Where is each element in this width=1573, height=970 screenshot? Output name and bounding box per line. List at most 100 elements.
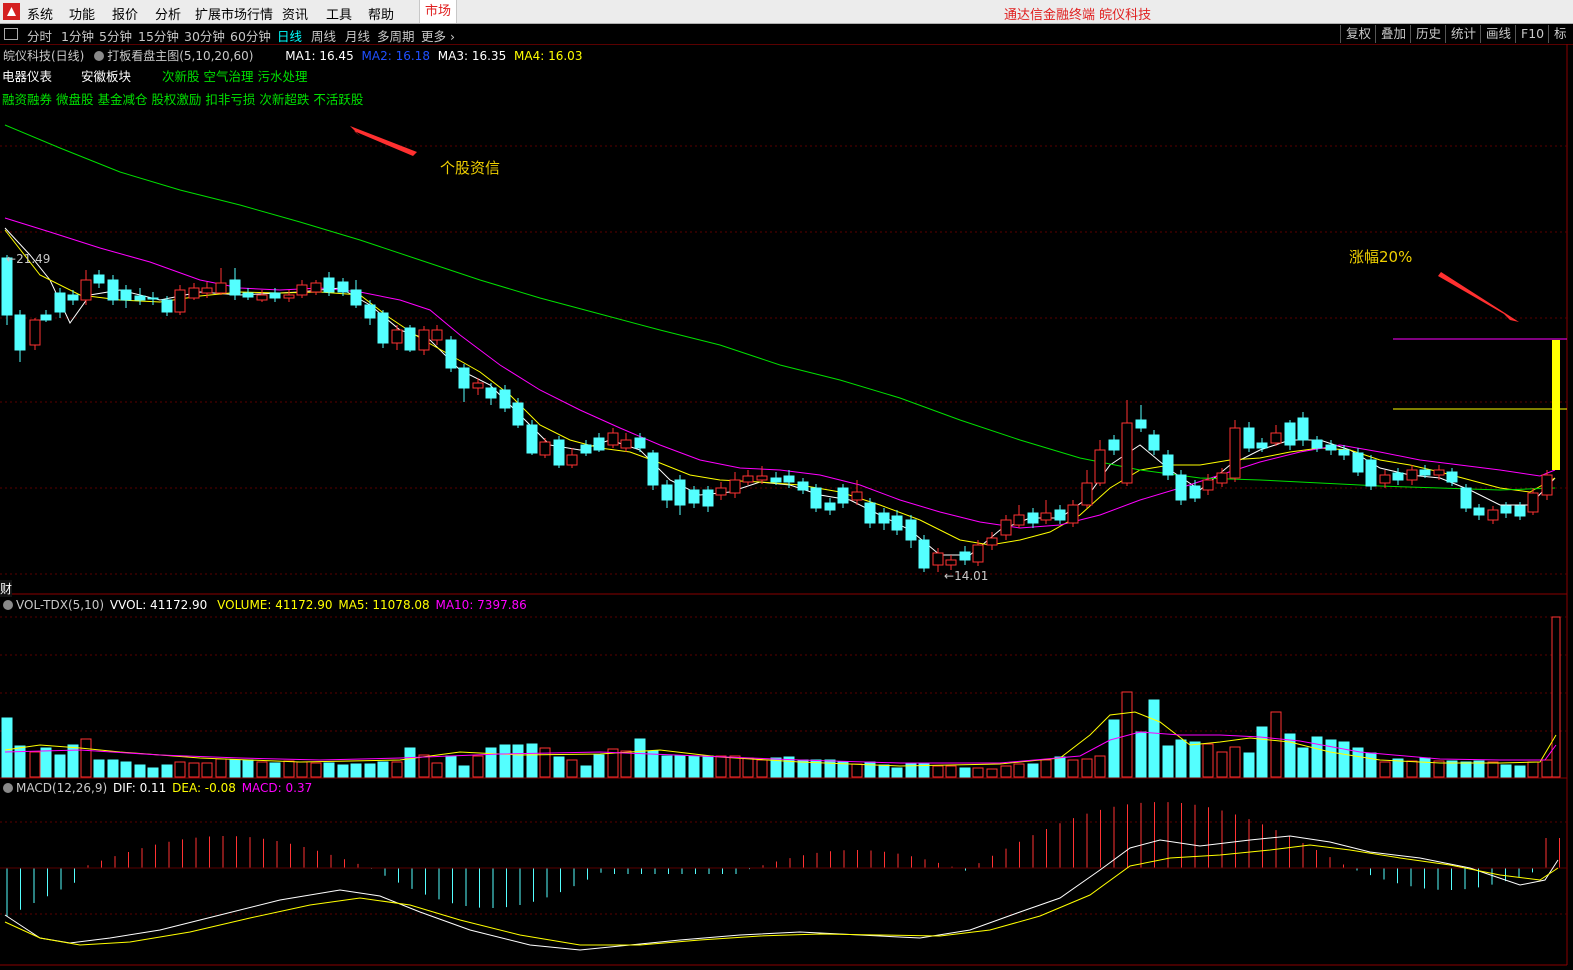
kline-chart-canvas[interactable]	[0, 0, 1573, 970]
candle-body	[174, 289, 186, 313]
candle-body	[134, 295, 146, 301]
candle-body	[188, 287, 200, 299]
candle-body	[1527, 492, 1539, 513]
volume-bar	[932, 765, 944, 778]
volume-bar	[1500, 764, 1512, 778]
macd-dropdown-icon[interactable]	[3, 783, 13, 793]
candle-body	[1148, 434, 1160, 451]
volume-bars	[1, 616, 1561, 778]
candle-body	[1473, 507, 1485, 516]
candle-body	[1379, 474, 1391, 484]
candle-body	[647, 452, 659, 486]
candle-body	[742, 475, 754, 483]
volume-bar	[1379, 761, 1391, 778]
volume-bar	[1, 717, 13, 778]
candle-body	[269, 292, 281, 299]
dif-value: DIF: 0.11	[112, 781, 167, 795]
candle-body	[391, 329, 403, 344]
candle-body	[864, 502, 876, 524]
candle-body	[1365, 459, 1377, 487]
candle-body	[1108, 439, 1120, 451]
volume-bar	[824, 759, 836, 778]
volume-indicator-name[interactable]: VOL-TDX(5,10)	[16, 598, 104, 612]
volume-panel-header: VOL-TDX(5,10) VVOL: 41172.90 VOLUME: 411…	[3, 598, 527, 612]
volume-bar	[391, 761, 403, 778]
candle-body	[256, 294, 268, 301]
candle-body	[1541, 474, 1553, 496]
volume-bar	[526, 743, 538, 778]
candle-body	[539, 441, 551, 456]
volume-bar	[1392, 758, 1404, 778]
candle-body	[905, 519, 917, 541]
candle-body	[1446, 471, 1458, 483]
volume-bar	[1013, 763, 1025, 778]
macd-histogram	[0, 802, 1567, 917]
volume-bar	[418, 754, 430, 778]
candle-body	[783, 475, 795, 483]
volume-bar	[620, 750, 632, 778]
candle-body	[770, 477, 782, 483]
candle-body	[323, 277, 335, 293]
volume-bar	[566, 759, 578, 778]
candle-body	[851, 491, 863, 501]
dea-line	[4, 844, 1559, 946]
candle-body	[1000, 519, 1012, 536]
volume-bar	[201, 762, 213, 778]
volume-bar	[174, 761, 186, 778]
moving-average-lines	[4, 124, 1556, 556]
volume-bar	[350, 763, 362, 778]
macd-panel-header: MACD(12,26,9) DIF: 0.11 DEA: -0.08 MACD:…	[3, 781, 312, 795]
candle-body	[661, 484, 673, 501]
volume-value: VOLUME: 41172.90	[217, 598, 333, 612]
candle-body	[526, 424, 538, 454]
candle-body	[959, 551, 971, 561]
candle-body	[14, 314, 26, 351]
volume-bar	[1243, 752, 1255, 778]
candle-body	[1040, 512, 1052, 521]
dea-value: DEA: -0.08	[172, 781, 236, 795]
volume-bar	[986, 768, 998, 778]
low-price-label: ←14.01	[944, 569, 989, 583]
candle-body	[918, 539, 930, 569]
volume-bar	[1216, 751, 1228, 778]
volume-bar	[1000, 765, 1012, 778]
candle-body	[80, 279, 92, 301]
candle-body	[837, 487, 849, 504]
candle-body	[715, 487, 727, 496]
macd-indicator-name[interactable]: MACD(12,26,9)	[16, 781, 107, 795]
volume-bar	[1162, 745, 1174, 778]
volume-bar	[1040, 759, 1052, 778]
candle-body	[1297, 417, 1309, 441]
volume-bar	[1338, 741, 1350, 778]
candle-body	[1256, 442, 1268, 449]
volume-dropdown-icon[interactable]	[3, 600, 13, 610]
chart-grid	[0, 44, 1568, 966]
candle-body	[553, 439, 565, 466]
candle-body	[229, 279, 241, 296]
volume-bar	[1256, 726, 1268, 778]
candle-body	[147, 297, 159, 300]
candle-body	[810, 487, 822, 509]
dif-line	[4, 835, 1559, 951]
candle-body	[445, 339, 457, 369]
volume-bar	[377, 761, 389, 778]
candle-body	[891, 515, 903, 531]
volume-bar	[93, 759, 105, 778]
volume-bar	[891, 767, 903, 778]
arrow-icon	[350, 126, 417, 156]
candle-body	[1284, 422, 1296, 446]
volume-bar	[1527, 761, 1539, 778]
volume-bar	[1460, 761, 1472, 778]
candle-body	[418, 329, 430, 351]
candle-body	[364, 304, 376, 319]
volume-bar	[593, 754, 605, 778]
candle-body	[634, 437, 646, 449]
candle-body	[161, 299, 173, 313]
candle-body	[756, 475, 768, 481]
volume-bar	[553, 756, 565, 778]
volume-bar	[1297, 747, 1309, 778]
volume-bar	[1148, 699, 1160, 778]
finance-side-tab[interactable]: 财	[0, 580, 13, 597]
candle-body	[67, 294, 79, 301]
volume-bar	[1108, 719, 1120, 778]
